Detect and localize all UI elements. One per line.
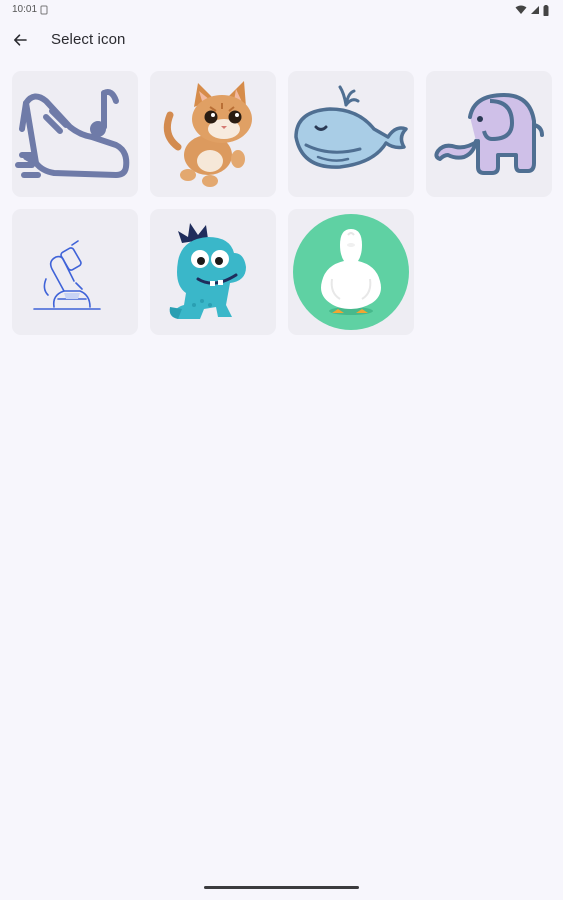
icon-option-dinosaur[interactable]: [150, 209, 276, 335]
cat-icon: [163, 81, 252, 187]
icon-option-duck[interactable]: [288, 209, 414, 335]
status-time: 10:01: [12, 4, 38, 15]
back-button[interactable]: [8, 28, 32, 52]
arrow-back-icon: [14, 34, 27, 46]
icon-option-shoe[interactable]: [12, 71, 138, 197]
icon-option-whale[interactable]: [288, 71, 414, 197]
microscope-icon: [33, 240, 101, 310]
shoe-music-icon: [15, 89, 130, 178]
icon-option-microscope[interactable]: [12, 209, 138, 335]
dinosaur-icon: [169, 223, 246, 319]
whale-icon: [294, 85, 408, 169]
duck-icon: [293, 214, 409, 330]
screen: 10:01 Select icon: [0, 0, 563, 900]
elephant-icon: [434, 93, 544, 175]
icon-option-cat[interactable]: [150, 71, 276, 197]
signal-icon: [531, 6, 539, 14]
page-title: Select icon: [51, 31, 126, 48]
navigation-handle[interactable]: [204, 886, 359, 889]
top-app-bar: Select icon: [0, 22, 563, 58]
icon-option-elephant[interactable]: [426, 71, 552, 197]
status-icons: [515, 4, 549, 16]
battery-icon: [543, 4, 549, 16]
notification-icon: [40, 5, 48, 15]
wifi-icon: [515, 5, 527, 14]
status-bar: 10:01: [0, 0, 563, 22]
